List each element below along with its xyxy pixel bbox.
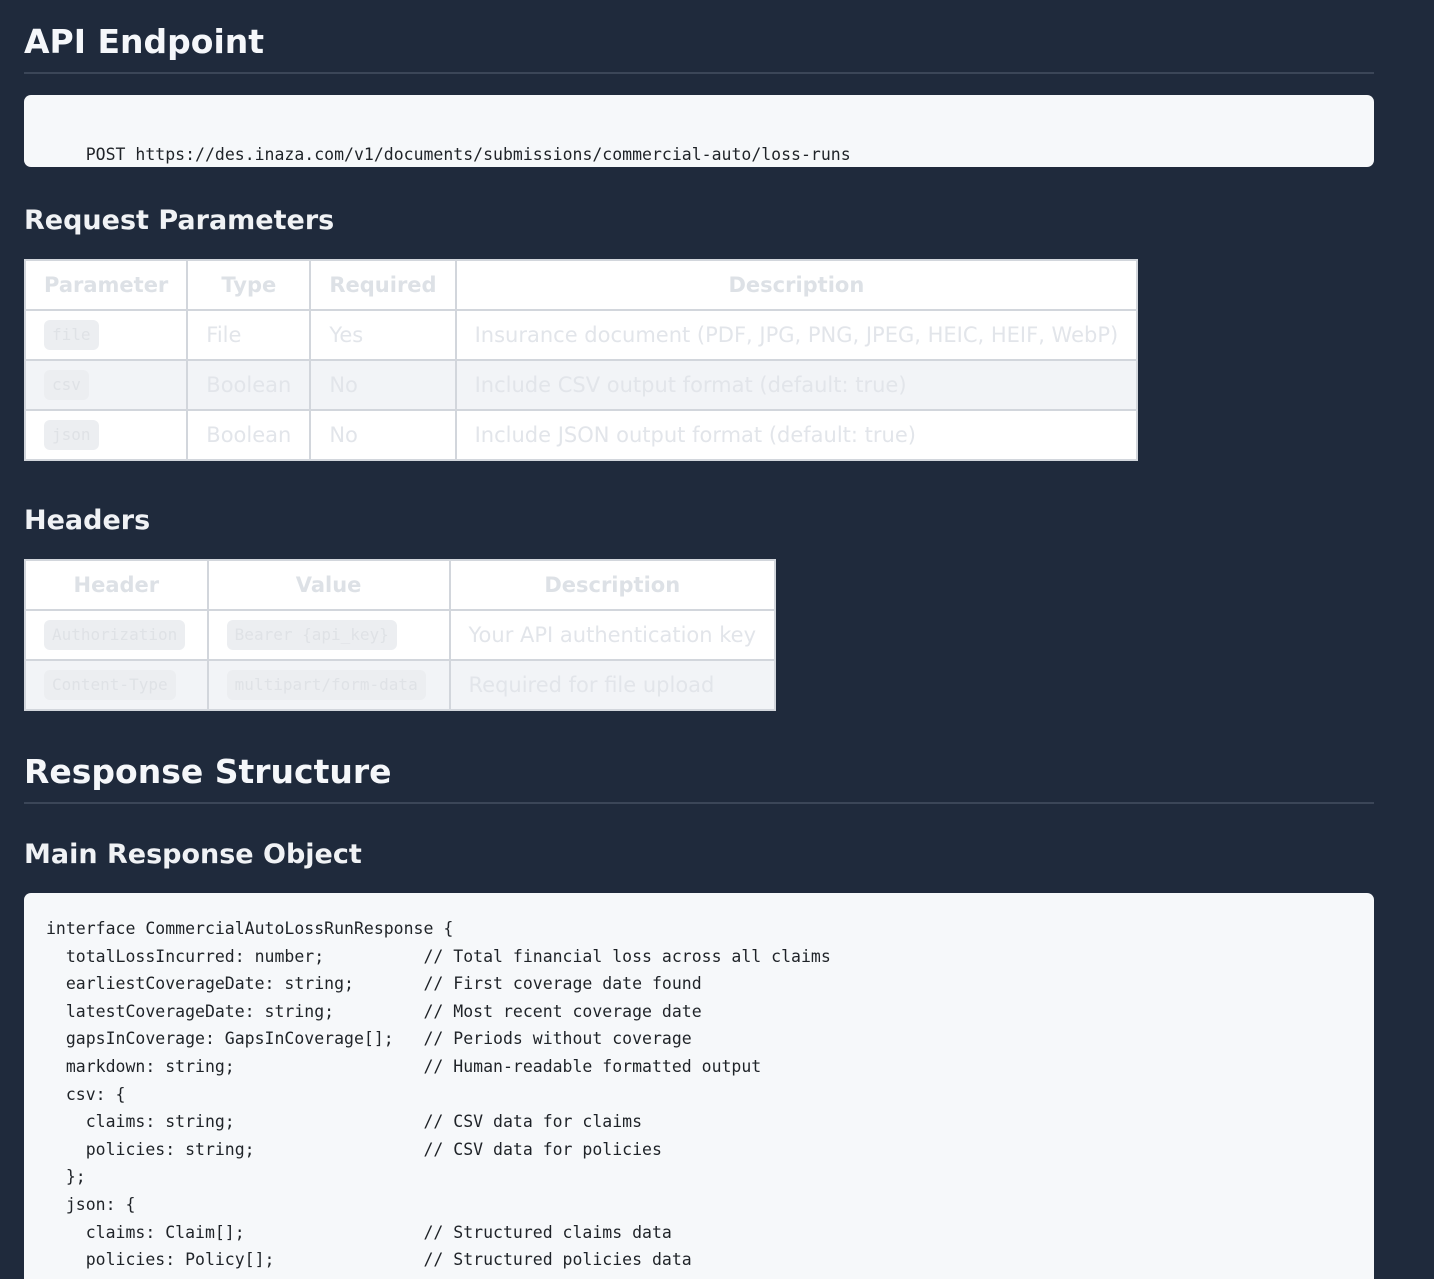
parameter-name: csv xyxy=(44,370,89,400)
header-name: Content-Type xyxy=(44,670,176,700)
endpoint-code-block: POST https://des.inaza.com/v1/documents/… xyxy=(24,95,1374,167)
table-header-row: Parameter Type Required Description xyxy=(23,259,1139,311)
value-cell: Bearer {api_key} xyxy=(206,609,451,661)
required-cell: No xyxy=(309,409,457,461)
code-line: json: { xyxy=(46,1194,136,1214)
parameter-name: json xyxy=(44,420,99,450)
headers-table: Header Value Description Authorization B… xyxy=(24,559,776,711)
code-line: earliestCoverageDate: string; // First c… xyxy=(46,974,702,994)
description-cell: Insurance document (PDF, JPG, PNG, JPEG,… xyxy=(454,309,1139,361)
code-line: interface CommercialAutoLossRunResponse … xyxy=(46,919,454,938)
code-line: }; xyxy=(46,1167,86,1187)
code-line: policies: string; // CSV data for polici… xyxy=(46,1139,662,1159)
endpoint-url-text: POST https://des.inaza.com/v1/documents/… xyxy=(85,145,851,164)
code-line: claims: string; // CSV data for claims xyxy=(46,1112,643,1132)
headers-heading: Headers xyxy=(24,505,151,536)
code-line: csv: { xyxy=(46,1084,126,1104)
column-header-value: Value xyxy=(206,559,451,611)
description-cell: Include CSV output format (default: true… xyxy=(454,359,1139,411)
parameter-cell: csv xyxy=(23,359,189,411)
header-value: Bearer {api_key} xyxy=(226,620,397,650)
parameter-cell: json xyxy=(23,409,189,461)
header-cell: Content-Type xyxy=(24,659,209,711)
description-cell: Your API authentication key xyxy=(448,609,776,661)
code-line: claims: Claim[]; // Structured claims da… xyxy=(46,1222,672,1242)
table-row: Content-Type multipart/form-data Require… xyxy=(24,659,776,711)
code-line: totalLossIncurred: number; // Total fina… xyxy=(46,946,831,966)
column-header-description: Description xyxy=(448,559,776,611)
column-header-header: Header xyxy=(24,559,209,611)
required-cell: No xyxy=(309,359,457,411)
type-cell: Boolean xyxy=(186,409,312,461)
parameter-name: file xyxy=(44,320,99,350)
column-header-description: Description xyxy=(454,259,1139,311)
header-value: multipart/form-data xyxy=(226,670,426,700)
description-cell: Required for file upload xyxy=(448,659,776,711)
type-cell: Boolean xyxy=(186,359,312,411)
column-header-type: Type xyxy=(186,259,312,311)
main-response-object-heading: Main Response Object xyxy=(24,839,362,870)
value-cell: multipart/form-data xyxy=(206,659,451,711)
column-header-required: Required xyxy=(309,259,457,311)
request-parameters-table: Parameter Type Required Description file… xyxy=(23,259,1139,461)
response-structure-heading: Response Structure xyxy=(24,752,1374,804)
table-header-row: Header Value Description xyxy=(24,559,776,611)
request-parameters-heading: Request Parameters xyxy=(24,205,335,236)
description-cell: Include JSON output format (default: tru… xyxy=(454,409,1139,461)
parameter-cell: file xyxy=(23,309,189,361)
column-header-parameter: Parameter xyxy=(23,259,189,311)
table-row: json Boolean No Include JSON output form… xyxy=(23,409,1139,461)
required-cell: Yes xyxy=(309,309,457,361)
response-interface-code-block: interface CommercialAutoLossRunResponse … xyxy=(24,893,1374,1279)
type-cell: File xyxy=(186,309,312,361)
code-line: markdown: string; // Human-readable form… xyxy=(46,1056,762,1076)
table-row: csv Boolean No Include CSV output format… xyxy=(23,359,1139,411)
header-cell: Authorization xyxy=(24,609,209,661)
table-row: Authorization Bearer {api_key} Your API … xyxy=(24,609,776,661)
header-name: Authorization xyxy=(44,620,186,650)
api-endpoint-heading: API Endpoint xyxy=(24,22,1374,74)
table-row: file File Yes Insurance document (PDF, J… xyxy=(23,309,1139,361)
code-line: latestCoverageDate: string; // Most rece… xyxy=(46,1001,702,1021)
code-line: gapsInCoverage: GapsInCoverage[]; // Per… xyxy=(46,1029,692,1049)
code-line: policies: Policy[]; // Structured polici… xyxy=(46,1250,692,1270)
